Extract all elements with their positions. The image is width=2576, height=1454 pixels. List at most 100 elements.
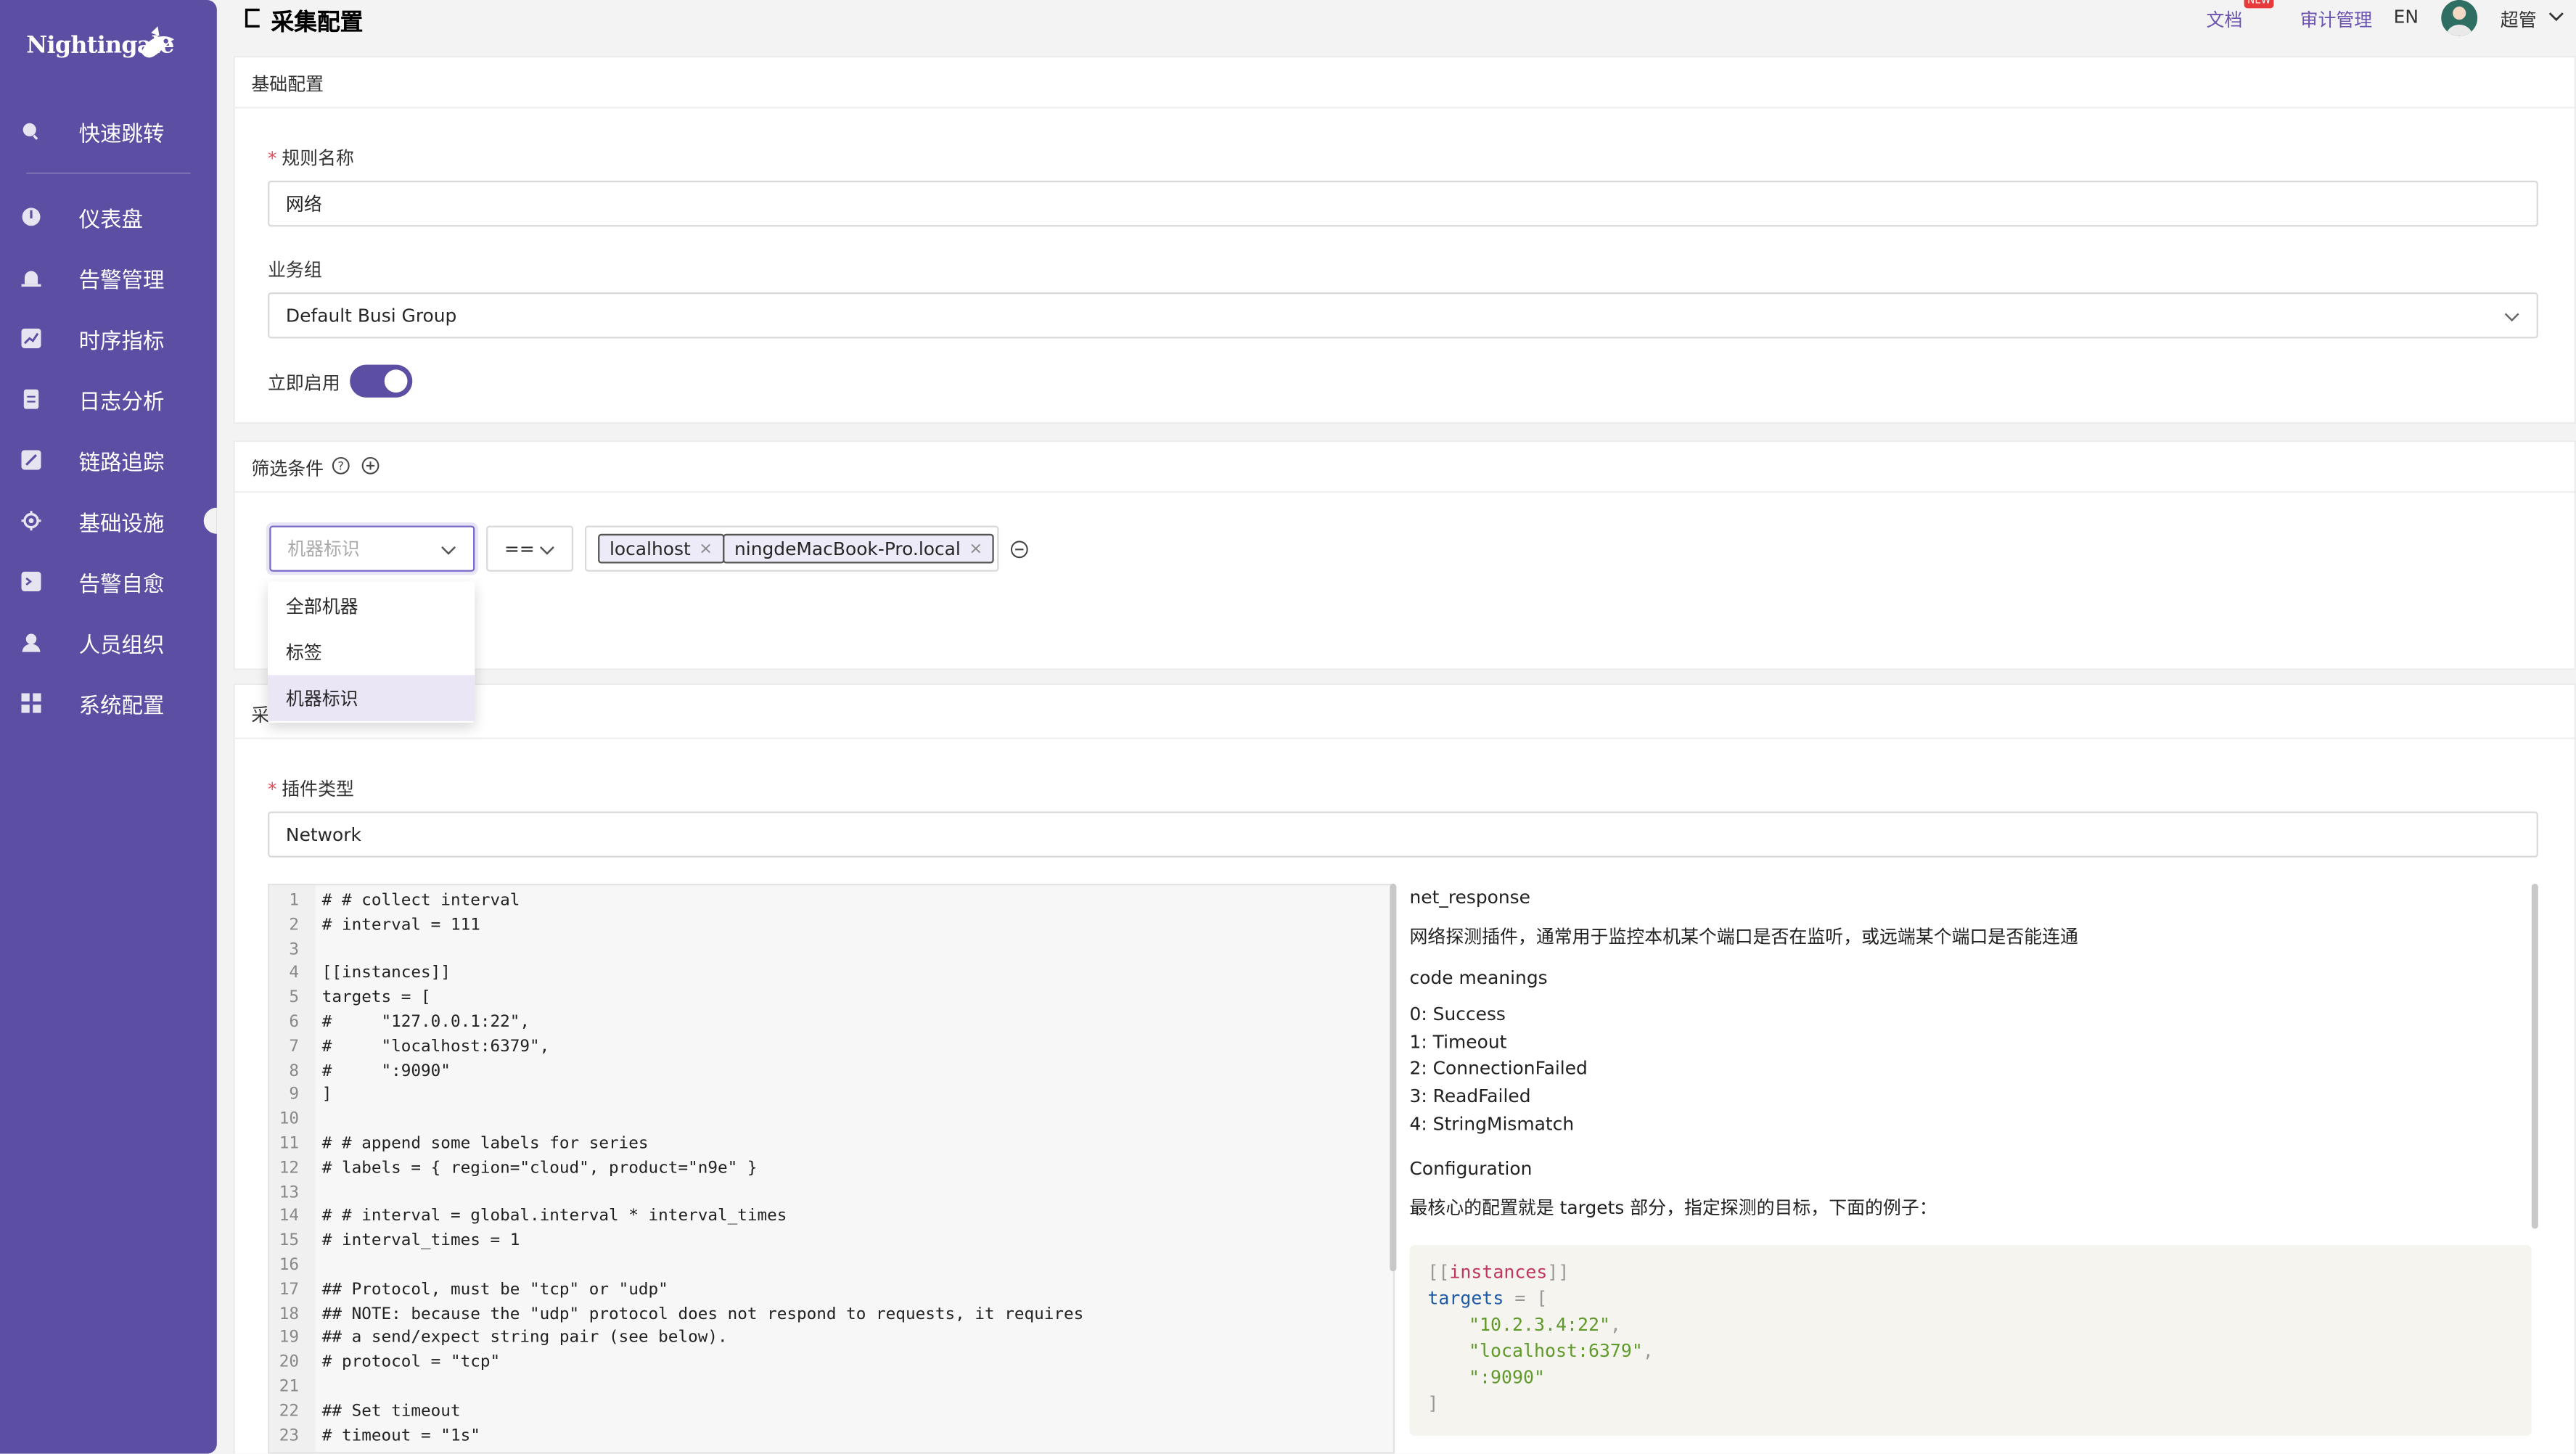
avatar[interactable] bbox=[2441, 0, 2478, 36]
line-number: 19 bbox=[279, 1329, 300, 1348]
example-code-block: [[instances]] targets = [ "10.2.3.4:22",… bbox=[1409, 1245, 2532, 1436]
busi-group-select[interactable]: Default Busi Group bbox=[268, 292, 2538, 339]
code-line: # "localhost:6379", bbox=[321, 1038, 550, 1056]
dashboard-icon bbox=[22, 208, 41, 226]
code-line: "localhost:6379", bbox=[1469, 1340, 1654, 1362]
code-meaning-item: 0: Success bbox=[1409, 1003, 1506, 1025]
audit-link[interactable]: 审计管理 bbox=[2300, 7, 2373, 33]
line-number: 16 bbox=[279, 1256, 300, 1275]
sidebar-item-label: 链路追踪 bbox=[78, 451, 165, 476]
docs-link[interactable]: 文档 bbox=[2207, 7, 2243, 33]
plugin-type-input[interactable]: Network bbox=[268, 811, 2538, 858]
busi-group-value: Default Busi Group bbox=[285, 304, 457, 326]
line-number: 12 bbox=[279, 1159, 300, 1178]
enable-switch[interactable] bbox=[350, 364, 413, 398]
doc-description: 网络探测插件，通常用于监控本机某个端口是否在监听，或远端某个端口是否能连通 bbox=[1409, 926, 2078, 948]
sidebar-item-quick-jump[interactable]: 快速跳转 bbox=[0, 104, 217, 160]
page-title: 采集配置 bbox=[271, 9, 364, 36]
section-title: 基础配置 bbox=[251, 73, 324, 96]
section-divider bbox=[234, 107, 2575, 109]
sidebar-item-people[interactable]: 人员组织 bbox=[0, 615, 217, 670]
sidebar-item-metrics[interactable]: 时序指标 bbox=[0, 311, 217, 366]
plugin-type-label: * 插件类型 bbox=[268, 779, 354, 800]
sidebar-item-logs[interactable]: 日志分析 bbox=[0, 371, 217, 427]
language-switch[interactable]: EN bbox=[2394, 7, 2419, 28]
sidebar: Nightingale 快速跳转 仪表盘 告警管理 时序指标 日志分析 链路追踪… bbox=[0, 0, 217, 1454]
line-number: 17 bbox=[279, 1281, 300, 1299]
sidebar-item-system[interactable]: 系统配置 bbox=[0, 675, 217, 731]
configuration-title: Configuration bbox=[1409, 1158, 1533, 1180]
section-title: 筛选条件 bbox=[251, 458, 324, 480]
line-number: 21 bbox=[279, 1378, 300, 1397]
enable-label: 立即启用 bbox=[268, 372, 340, 395]
code-line: ] bbox=[321, 1086, 332, 1105]
dropdown-option[interactable]: 全部机器 bbox=[268, 583, 475, 629]
document-icon bbox=[23, 389, 39, 409]
chevron-down-icon bbox=[539, 546, 554, 555]
code-line: # interval_times = 1 bbox=[321, 1232, 520, 1251]
code-line: ## Set timeout bbox=[321, 1402, 461, 1421]
busi-group-label: 业务组 bbox=[268, 259, 322, 282]
sidebar-item-self-healing[interactable]: 告警自愈 bbox=[0, 554, 217, 609]
code-line: ## Protocol, must be "tcp" or "udp" bbox=[321, 1281, 668, 1299]
sidebar-item-label: 系统配置 bbox=[78, 694, 165, 719]
code-line: [[instances]] bbox=[1427, 1261, 1570, 1283]
doc-scrollbar[interactable] bbox=[2531, 884, 2538, 1229]
chevron-down-icon[interactable] bbox=[2548, 10, 2564, 23]
close-icon[interactable]: × bbox=[699, 540, 713, 558]
code-meanings-title: code meanings bbox=[1409, 967, 1548, 989]
sidebar-item-tracing[interactable]: 链路追踪 bbox=[0, 432, 217, 488]
sidebar-item-alarm[interactable]: 告警管理 bbox=[0, 250, 217, 305]
code-meaning-item: 3: ReadFailed bbox=[1409, 1085, 1531, 1107]
code-meaning-item: 4: StringMismatch bbox=[1409, 1113, 1575, 1135]
sidebar-item-dashboard[interactable]: 仪表盘 bbox=[0, 189, 217, 245]
sidebar-item-label: 仪表盘 bbox=[78, 208, 144, 233]
chevron-down-icon bbox=[2504, 313, 2519, 322]
line-number: 9 bbox=[289, 1086, 300, 1105]
remove-filter-icon[interactable] bbox=[1010, 541, 1028, 559]
help-icon[interactable]: ? bbox=[332, 456, 350, 475]
line-number: 3 bbox=[289, 940, 300, 959]
user-menu[interactable]: 超管 bbox=[2501, 7, 2537, 33]
code-meaning-item: 1: Timeout bbox=[1409, 1031, 1507, 1053]
alarm-bell-icon bbox=[21, 271, 41, 287]
line-number: 18 bbox=[279, 1305, 300, 1323]
sidebar-item-label: 告警管理 bbox=[78, 268, 165, 294]
back-icon[interactable] bbox=[243, 8, 263, 28]
line-number: 6 bbox=[289, 1013, 300, 1032]
code-line: ## NOTE: because the "udp" protocol does… bbox=[321, 1305, 1084, 1323]
line-number: 23 bbox=[279, 1426, 300, 1445]
code-line: # protocol = "tcp" bbox=[321, 1353, 501, 1372]
dropdown-option[interactable]: 标签 bbox=[268, 629, 475, 675]
infrastructure-icon bbox=[21, 511, 41, 531]
line-chart-icon bbox=[21, 328, 41, 348]
config-code-editor[interactable]: 1 # # collect interval 2 # interval = 111 3 4… bbox=[268, 884, 1395, 1454]
line-number: 13 bbox=[279, 1183, 300, 1202]
operator-select[interactable]: == bbox=[486, 525, 574, 572]
filter-key-select[interactable]: 机器标识 bbox=[269, 525, 475, 572]
rule-name-input[interactable]: 网络 bbox=[268, 181, 2538, 227]
add-filter-icon[interactable] bbox=[361, 456, 380, 475]
filter-key-placeholder: 机器标识 bbox=[287, 538, 360, 561]
line-number: 11 bbox=[279, 1135, 300, 1154]
code-line: ] bbox=[1427, 1392, 1439, 1415]
section-divider bbox=[234, 737, 2575, 739]
nightingale-bird-icon bbox=[141, 26, 174, 58]
doc-title: net_response bbox=[1409, 887, 1530, 908]
section-divider bbox=[234, 490, 2575, 493]
sidebar-item-infrastructure[interactable]: 基础设施 bbox=[0, 493, 217, 549]
line-number: 7 bbox=[289, 1038, 300, 1056]
code-line: # "127.0.0.1:22", bbox=[321, 1013, 530, 1032]
basic-config-card: 基础配置 bbox=[233, 55, 2576, 424]
sidebar-divider bbox=[26, 172, 191, 174]
close-icon[interactable]: × bbox=[969, 540, 983, 558]
dropdown-option-selected[interactable]: 机器标识 bbox=[268, 675, 475, 721]
sidebar-item-label: 快速跳转 bbox=[78, 122, 165, 147]
line-number: 15 bbox=[279, 1232, 300, 1251]
code-line: [[instances]] bbox=[321, 964, 451, 983]
code-line: # # collect interval bbox=[321, 892, 520, 911]
code-line: ## a send/expect string pair (see below)… bbox=[321, 1329, 728, 1348]
trace-icon bbox=[21, 450, 41, 470]
sidebar-item-label: 告警自愈 bbox=[78, 572, 165, 597]
editor-scrollbar[interactable] bbox=[1390, 884, 1397, 1272]
